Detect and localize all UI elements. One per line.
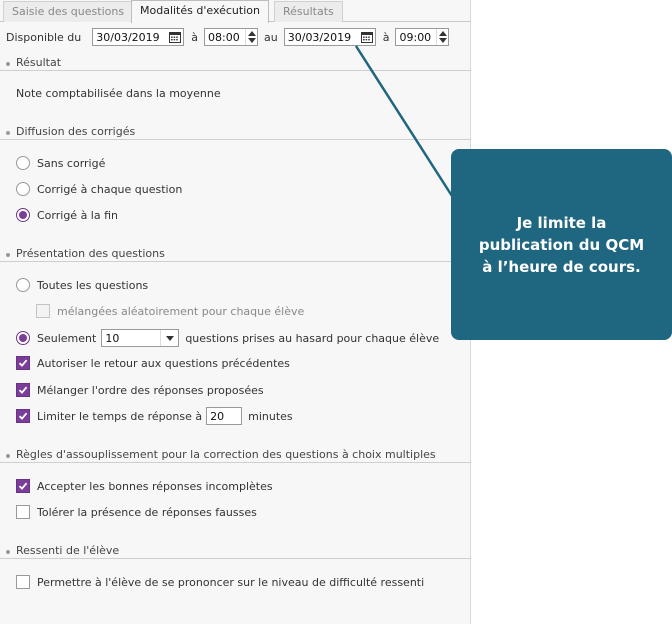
question-count-value: 10 [105,331,120,345]
availability-label: Disponible du [6,30,82,44]
section-ressenti: Ressenti de l'élève [0,544,471,559]
section-title: Présentation des questions [16,247,165,260]
start-date-value: 30/03/2019 [96,30,160,44]
checkbox-tolerer-fausses[interactable] [16,505,30,519]
section-bullet [6,550,10,554]
option-toutes-questions[interactable]: Toutes les questions [16,278,148,292]
section-bullet [6,454,10,458]
option-label: Autoriser le retour aux questions précéd… [37,356,290,370]
callout-text: Je limite la publication du QCM à l’heur… [478,213,645,276]
section-regles: Règles d'assouplissement pour la correct… [0,448,471,463]
checkbox-melangees[interactable] [36,304,50,318]
calendar-icon[interactable] [167,29,183,45]
option-corrige-fin[interactable]: Corrigé à la fin [16,208,118,222]
checkmark-icon [18,412,28,420]
section-bullet [6,62,10,66]
start-date-field[interactable]: 30/03/2019 [92,28,185,46]
option-label: Permettre à l'élève de se prononcer sur … [37,575,425,589]
section-title: Règles d'assouplissement pour la correct… [16,448,436,461]
spinner-icon[interactable] [436,29,448,45]
tab-modalites-execution[interactable]: Modalités d'exécution [131,0,269,23]
option-limiter-temps[interactable]: Limiter le temps de réponse à 20 minutes [16,407,293,425]
start-time-value: 08:00 [208,30,240,44]
end-date-value: 30/03/2019 [287,30,352,44]
end-time-value: 09:00 [399,30,432,44]
option-label: mélangées aléatoirement pour chaque élèv… [57,304,305,318]
radio-seulement[interactable] [16,331,30,345]
option-label: Mélanger l'ordre des réponses proposées [37,383,264,397]
radio-toutes-questions[interactable] [16,278,30,292]
option-label: Tolérer la présence de réponses fausses [37,505,257,519]
option-sans-corrige[interactable]: Sans corrigé [16,156,105,170]
settings-panel: Saisie des questions Modalités d'exécuti… [0,0,471,624]
option-label: Limiter le temps de réponse à [37,409,203,423]
section-title: Résultat [16,56,62,69]
option-label: Corrigé à chaque question [37,182,183,196]
callout-box: Je limite la publication du QCM à l’heur… [451,149,672,340]
option-label: Toutes les questions [37,278,149,292]
option-melangees[interactable]: mélangées aléatoirement pour chaque élèv… [36,304,304,318]
section-resultat: Résultat [0,56,471,71]
checkbox-autoriser-retour[interactable] [16,356,30,370]
section-diffusion: Diffusion des corrigés [0,125,471,140]
checkbox-melanger-reponses[interactable] [16,383,30,397]
checkbox-accepter-incompletes[interactable] [16,479,30,493]
end-time-sep: à [382,30,390,44]
checkmark-icon [18,359,28,367]
checkbox-permettre-ressenti[interactable] [16,575,30,589]
start-time-field[interactable]: 08:00 [204,28,259,46]
section-title: Diffusion des corrigés [16,125,136,138]
option-corrige-chaque-question[interactable]: Corrigé à chaque question [16,182,182,196]
option-melanger-reponses[interactable]: Mélanger l'ordre des réponses proposées [16,383,264,397]
option-autoriser-retour[interactable]: Autoriser le retour aux questions précéd… [16,356,290,370]
end-time-field[interactable]: 09:00 [395,28,450,46]
end-date-field[interactable]: 30/03/2019 [283,28,376,46]
option-tolerer-fausses[interactable]: Tolérer la présence de réponses fausses [16,505,257,519]
to-label: au [264,30,278,44]
resultat-note-text: Note comptabilisée dans la moyenne [16,87,221,100]
tab-resultats[interactable]: Résultats [274,1,343,22]
checkmark-icon [18,386,28,394]
section-bullet [6,131,10,135]
checkbox-limiter-temps[interactable] [16,409,30,423]
option-label: Accepter les bonnes réponses incomplètes [37,479,273,493]
option-label: Seulement [37,331,97,345]
section-title: Ressenti de l'élève [16,544,120,557]
option-label: Corrigé à la fin [37,208,118,222]
radio-corrige-fin[interactable] [16,208,30,222]
tab-bar: Saisie des questions Modalités d'exécuti… [0,0,471,23]
radio-corrige-chaque-question[interactable] [16,182,30,196]
option-permettre-ressenti[interactable]: Permettre à l'élève de se prononcer sur … [16,575,424,589]
time-limit-unit: minutes [248,409,293,423]
availability-row: Disponible du 30/03/2019 à 08:00 au 30/0… [6,28,450,46]
resultat-note: Note comptabilisée dans la moyenne [16,87,221,100]
chevron-down-icon[interactable] [160,330,178,346]
option-accepter-incompletes[interactable]: Accepter les bonnes réponses incomplètes [16,479,273,493]
tab-saisie-questions[interactable]: Saisie des questions [3,1,134,22]
section-presentation: Présentation des questions [0,247,471,262]
checkmark-icon [18,482,28,490]
calendar-icon[interactable] [359,29,375,45]
time-limit-input[interactable]: 20 [206,407,243,425]
section-bullet [6,253,10,257]
radio-sans-corrige[interactable] [16,156,30,170]
option-suffix: questions prises au hasard pour chaque é… [185,331,440,345]
option-seulement[interactable]: Seulement 10 questions prises au hasard … [16,329,439,347]
spinner-icon[interactable] [245,29,257,45]
start-time-sep: à [191,30,199,44]
option-label: Sans corrigé [37,156,106,170]
question-count-select[interactable]: 10 [101,329,180,347]
